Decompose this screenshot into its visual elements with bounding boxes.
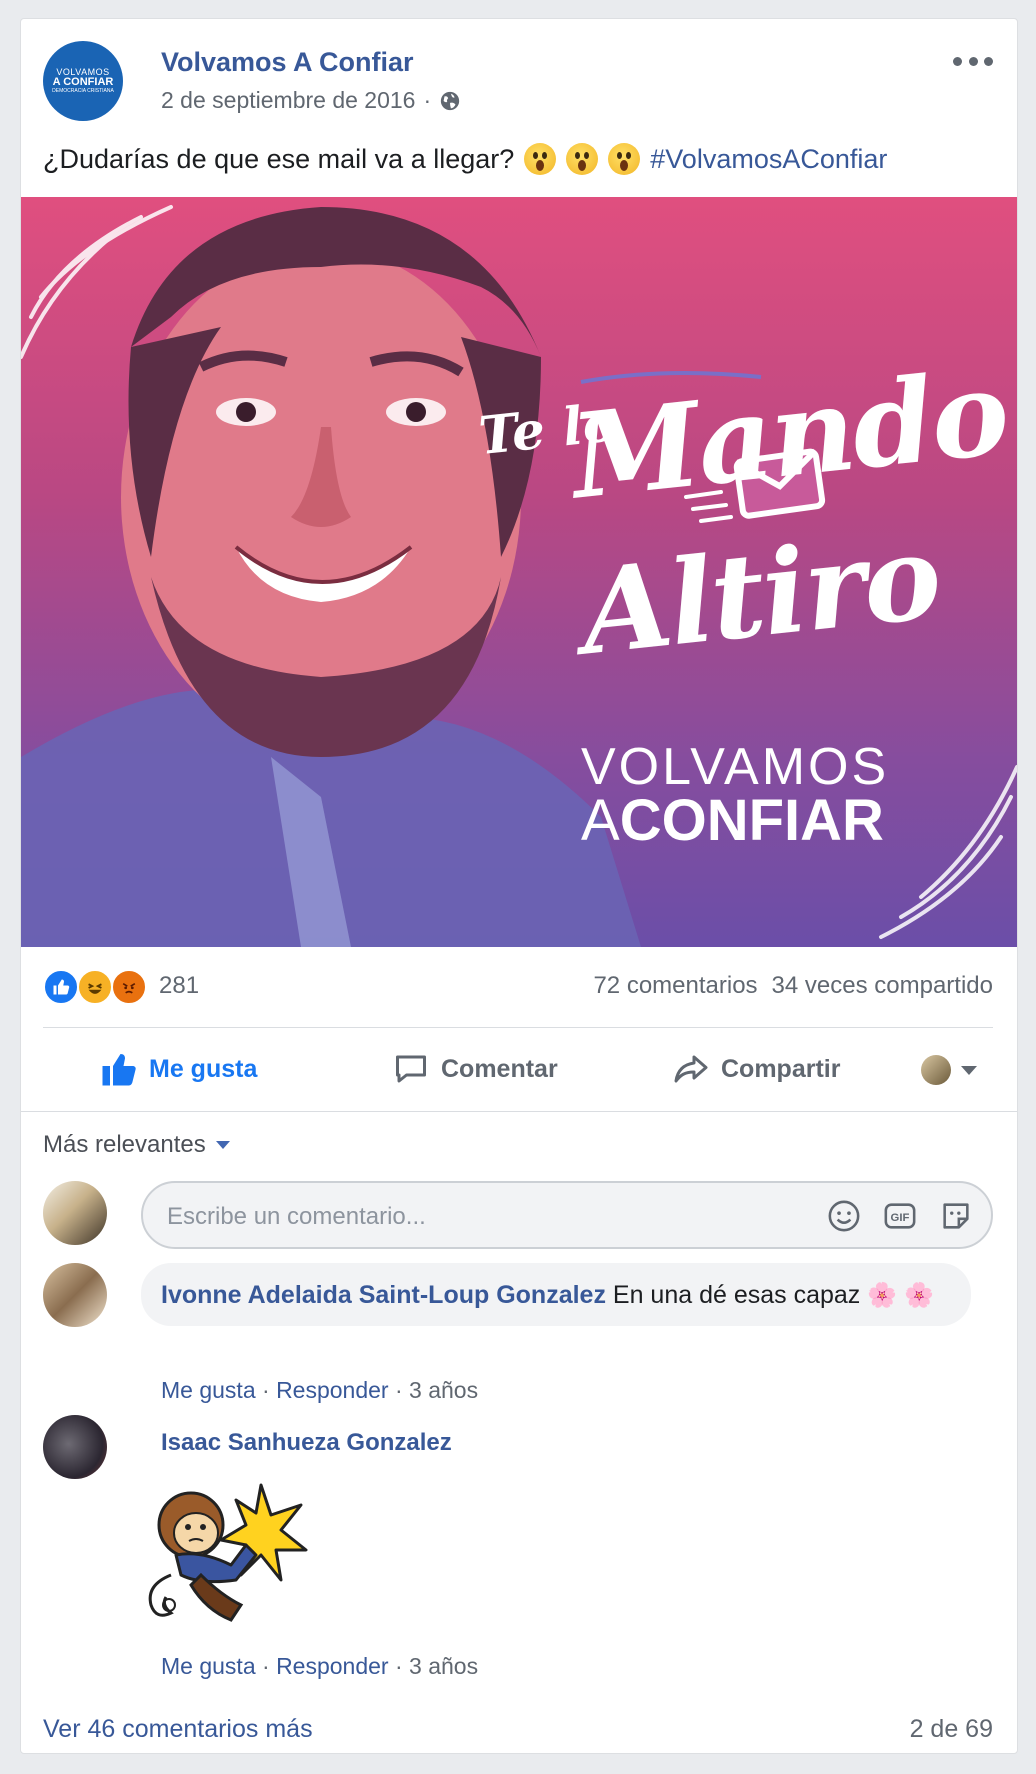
share-icon (674, 1055, 708, 1083)
cherry-blossom-emoji: 🌸 (904, 1282, 934, 1309)
divider (43, 1027, 993, 1028)
comment-bubble: Ivonne Adelaida Saint-Loup Gonzalez En u… (141, 1263, 971, 1326)
chevron-down-icon (215, 1141, 230, 1149)
page-avatar[interactable]: VOLVAMOS A CONFIAR DEMOCRACIA CRISTIANA (43, 41, 123, 121)
meta-separator: · (262, 1377, 270, 1403)
comment-reply-link[interactable]: Responder (276, 1653, 389, 1679)
haha-reaction-icon[interactable] (77, 969, 113, 1005)
avatar-text-line: A CONFIAR (52, 76, 114, 88)
comment-label: Comentar (441, 1054, 558, 1083)
gif-icon[interactable]: GIF (883, 1199, 917, 1233)
avatar-text-line: DEMOCRACIA CRISTIANA (52, 88, 114, 94)
dot (953, 56, 962, 66)
comment-like-link[interactable]: Me gusta (161, 1377, 256, 1403)
comment-composer: Escribe un comentario... GIF (43, 1181, 993, 1249)
post-actions: Me gusta Comentar Compartir (43, 1037, 993, 1105)
dot (968, 56, 978, 66)
post-header: VOLVAMOS A CONFIAR DEMOCRACIA CRISTIANA … (43, 41, 993, 121)
share-label: Compartir (721, 1054, 841, 1083)
globe-icon[interactable] (439, 90, 461, 112)
reaction-count[interactable]: 281 (159, 972, 199, 1000)
meta-separator: · (394, 1653, 403, 1679)
sort-label: Más relevantes (43, 1131, 206, 1158)
angry-reaction-icon[interactable] (111, 969, 147, 1005)
more-options-icon[interactable] (953, 49, 993, 73)
comment-input[interactable]: Escribe un comentario... GIF (141, 1181, 993, 1249)
svg-text:GIF: GIF (891, 1212, 910, 1224)
meta-separator: · (262, 1653, 270, 1679)
comment-author[interactable]: Isaac Sanhueza Gonzalez (161, 1429, 452, 1457)
share-button[interactable]: Compartir (673, 1051, 840, 1087)
comment-icon (396, 1055, 426, 1083)
comment-reply-link[interactable]: Responder (276, 1377, 389, 1403)
comment-like-link[interactable]: Me gusta (161, 1653, 256, 1679)
comments-count-link[interactable]: 72 comentarios (593, 972, 757, 1000)
cherry-blossom-emoji: 🌸 (867, 1282, 898, 1309)
comment-sort-dropdown[interactable]: Más relevantes (43, 1131, 230, 1159)
hashtag-link[interactable]: #VolvamosAConfiar (650, 144, 887, 175)
comment-placeholder: Escribe un comentario... (167, 1203, 426, 1230)
avatar[interactable] (43, 1415, 107, 1479)
dot (984, 56, 993, 66)
engagement-stats: 72 comentarios 34 veces compartido (593, 972, 993, 1000)
comment-meta: Me gusta · Responder · 3 años (161, 1653, 478, 1680)
avatar[interactable] (43, 1181, 107, 1245)
comment-author[interactable]: Ivonne Adelaida Saint-Loup Gonzalez (161, 1281, 606, 1309)
image-brand-a: A (581, 788, 620, 853)
like-reaction-icon[interactable] (43, 969, 79, 1005)
composer-icons: GIF (827, 1199, 973, 1233)
wow-emoji (524, 143, 557, 175)
post-image[interactable]: Te lo Mando Altiro VOLVAMOS A CONFIAR (21, 197, 1017, 947)
monkey-punch-sticker[interactable] (141, 1475, 311, 1625)
post-meta: 2 de septiembre de 2016 · (161, 87, 461, 114)
like-button[interactable]: Me gusta (101, 1051, 257, 1087)
post-card: VOLVAMOS A CONFIAR DEMOCRACIA CRISTIANA … (20, 18, 1018, 1754)
avatar (921, 1055, 951, 1085)
image-brand-bottom: A CONFIAR (581, 787, 884, 854)
post-as-selector[interactable] (921, 1055, 977, 1085)
shares-count-link[interactable]: 34 veces compartido (772, 972, 993, 1000)
post-date[interactable]: 2 de septiembre de 2016 (161, 87, 415, 114)
comments-page-count: 2 de 69 (909, 1715, 993, 1743)
comment-text: En una dé esas capaz (612, 1281, 861, 1309)
like-label: Me gusta (149, 1054, 258, 1083)
reactions-bar: 281 72 comentarios 34 veces compartido (43, 967, 993, 1007)
wow-emoji (566, 143, 599, 175)
page-name-link[interactable]: Volvamos A Confiar (161, 47, 414, 78)
meta-separator: · (394, 1377, 403, 1403)
comment-age[interactable]: 3 años (409, 1653, 478, 1679)
sticker-icon[interactable] (939, 1199, 973, 1233)
smiley-icon[interactable] (827, 1199, 861, 1233)
image-brand-confiar: CONFIAR (619, 788, 884, 853)
view-more-comments-link[interactable]: Ver 46 comentarios más (43, 1715, 313, 1744)
post-message: ¿Dudarías de que ese mail va a llegar? (43, 143, 515, 174)
post-text: ¿Dudarías de que ese mail va a llegar? #… (43, 143, 887, 175)
divider (21, 1111, 1017, 1112)
comment-meta: Me gusta · Responder · 3 años (161, 1377, 478, 1404)
chevron-down-icon (961, 1065, 977, 1075)
meta-separator: · (423, 87, 432, 113)
thumbs-up-icon (102, 1054, 136, 1086)
comment-age[interactable]: 3 años (409, 1377, 478, 1403)
wow-emoji (608, 143, 641, 175)
avatar[interactable] (43, 1263, 107, 1327)
